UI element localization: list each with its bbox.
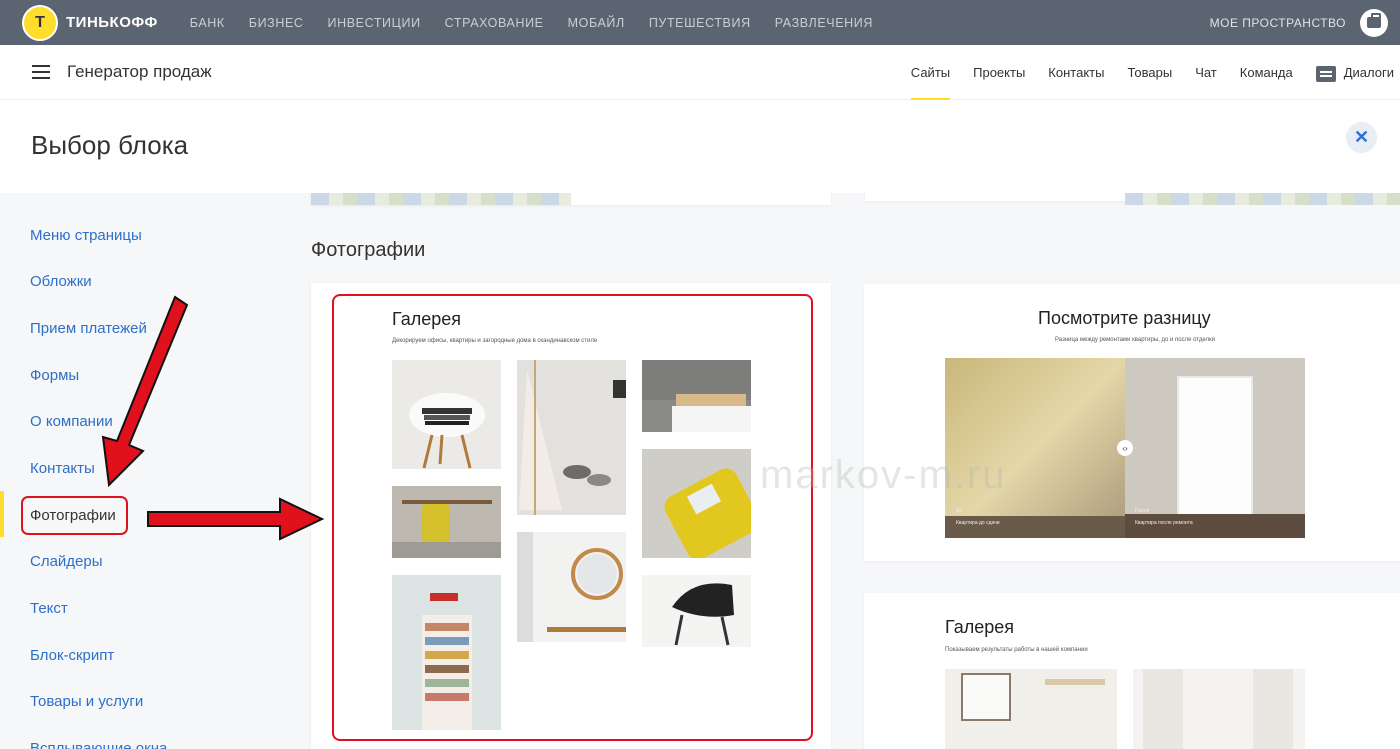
sidebar-item-block-script[interactable]: Блок-скрипт — [30, 647, 114, 664]
tinkoff-shield-icon: Т — [22, 4, 58, 41]
compare-title: Посмотрите разницу — [1038, 308, 1211, 328]
sidebar-item-text[interactable]: Текст — [30, 600, 68, 617]
compare-subtitle: Разница между ремонтами квартиры, до и п… — [1055, 337, 1215, 343]
top-nav-travel[interactable]: ПУТЕШЕСТВИЯ — [649, 16, 751, 30]
sidebar-item-popups[interactable]: Всплывающие окна — [30, 740, 167, 749]
sidebar-item-contacts[interactable]: Контакты — [30, 460, 95, 477]
top-bar: Т ТИНЬКОФФ БАНК БИЗНЕС ИНВЕСТИЦИИ СТРАХО… — [0, 0, 1400, 45]
tab-dialogs-label: Диалоги — [1343, 65, 1394, 80]
app-bar: Генератор продаж Сайты Проекты Контакты … — [0, 45, 1400, 100]
tab-projects[interactable]: Проекты — [973, 45, 1025, 100]
photo-before: До Квартира до сдачи — [945, 358, 1125, 538]
map-image — [311, 193, 571, 205]
brand-name: ТИНЬКОФФ — [66, 14, 158, 31]
tab-dialogs[interactable]: Диалоги — [1315, 45, 1394, 100]
sidebar-item-covers[interactable]: Обложки — [30, 273, 92, 290]
photos-highlight-frame — [21, 496, 128, 535]
chat-icon — [1315, 65, 1336, 82]
gallery2-title: Галерея — [945, 617, 1015, 637]
tab-sites[interactable]: Сайты — [910, 45, 951, 100]
top-nav-bank[interactable]: БАНК — [190, 16, 225, 30]
briefcase-icon — [1367, 13, 1381, 28]
tab-contacts[interactable]: Контакты — [1048, 45, 1104, 100]
top-nav-mobile[interactable]: МОБАЙЛ — [568, 16, 625, 30]
sidebar-item-page-menu[interactable]: Меню страницы — [30, 227, 142, 244]
before-after-block-card[interactable]: Посмотрите разницу Разница между ремонта… — [864, 284, 1400, 561]
app-nav: Сайты Проекты Контакты Товары Чат Команд… — [888, 45, 1394, 100]
top-nav-business[interactable]: БИЗНЕС — [249, 16, 304, 30]
sidebar-item-sliders[interactable]: Слайдеры — [30, 553, 103, 570]
top-nav-insurance[interactable]: СТРАХОВАНИЕ — [445, 16, 544, 30]
map-card-left[interactable] — [311, 193, 831, 205]
active-indicator — [0, 491, 4, 537]
section-title: Фотографии — [311, 239, 426, 261]
menu-icon[interactable] — [32, 65, 50, 79]
profile-avatar[interactable] — [1360, 8, 1388, 37]
photo-bedroom-curtains — [1133, 669, 1305, 749]
right-arrow-annotation — [147, 497, 325, 541]
tab-chat[interactable]: Чат — [1195, 45, 1217, 100]
sidebar-item-goods-services[interactable]: Товары и услуги — [30, 693, 143, 710]
photo-living-room — [945, 669, 1117, 749]
sidebar-item-forms[interactable]: Формы — [30, 367, 79, 384]
after-label: После — [1135, 508, 1150, 514]
after-caption: Квартира после ремонта — [1135, 520, 1193, 526]
tab-team[interactable]: Команда — [1240, 45, 1293, 100]
top-nav-investments[interactable]: ИНВЕСТИЦИИ — [328, 16, 421, 30]
block-catalog: Фотографии Галерея Декорируем офисы, ква… — [290, 193, 1400, 749]
page-header: Выбор блока ✕ — [0, 100, 1400, 193]
map-card-right[interactable] — [865, 193, 1400, 205]
tab-goods[interactable]: Товары — [1127, 45, 1172, 100]
photo-after: После Квартира после ремонта — [1125, 358, 1305, 538]
top-nav-entertainment[interactable]: РАЗВЛЕЧЕНИЯ — [775, 16, 873, 30]
map-image — [1125, 193, 1400, 205]
top-nav: БАНК БИЗНЕС ИНВЕСТИЦИИ СТРАХОВАНИЕ МОБАЙ… — [190, 16, 897, 30]
app-title: Генератор продаж — [67, 62, 212, 81]
watermark-text: markov-m.ru — [760, 453, 1007, 497]
close-button[interactable]: ✕ — [1346, 122, 1377, 153]
my-space-link[interactable]: МОЕ ПРОСТРАНСТВО — [1210, 16, 1346, 30]
brand-logo[interactable]: Т ТИНЬКОФФ — [22, 4, 158, 41]
gallery-highlight-frame — [332, 294, 813, 741]
gallery-results-block-card[interactable]: Галерея Показываем результаты работы в н… — [864, 593, 1400, 749]
gallery2-subtitle: Показываем результаты работы в нашей ком… — [945, 647, 1088, 653]
down-arrow-annotation — [101, 295, 189, 488]
page-title: Выбор блока — [31, 130, 189, 160]
before-label: До — [956, 508, 963, 514]
compare-slider-handle[interactable]: ‹› — [1117, 440, 1133, 456]
before-caption: Квартира до сдачи — [956, 520, 1000, 526]
